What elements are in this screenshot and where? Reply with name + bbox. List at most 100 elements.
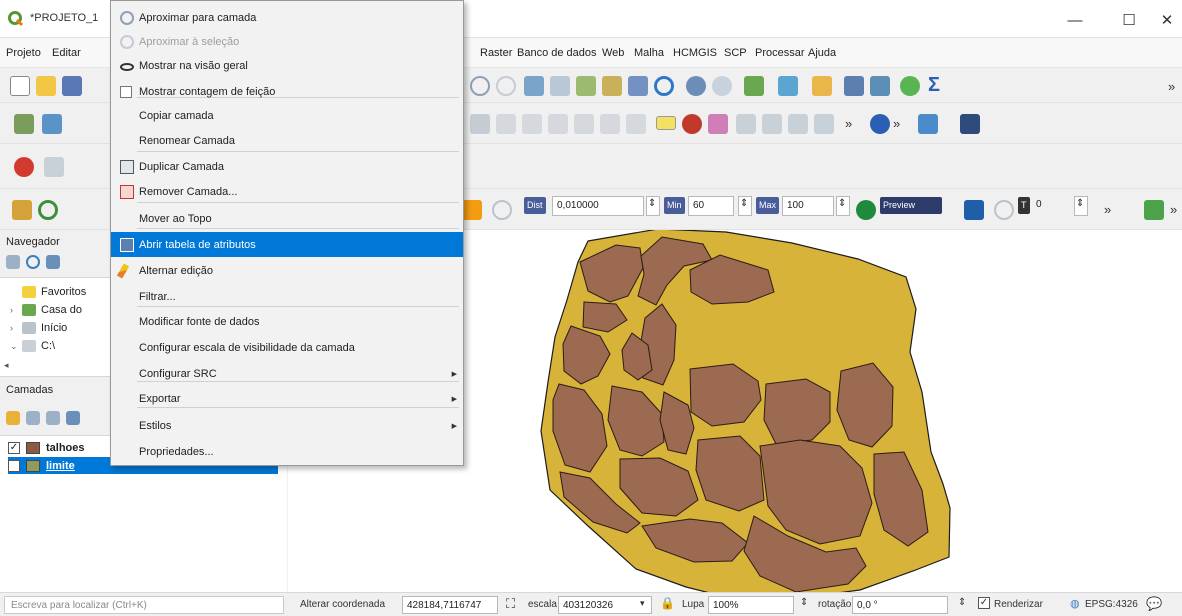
menu-item-configurar-src[interactable]: Configurar SRC ▶ (111, 361, 463, 386)
band-set-icon[interactable] (1144, 200, 1164, 220)
toolbar-overflow-icon[interactable]: » (1168, 79, 1175, 94)
zoom-selection-icon[interactable] (550, 76, 570, 96)
locator-search-input[interactable]: Escreva para localizar (Ctrl+K) (4, 596, 284, 614)
menu-processar[interactable]: Processar (755, 47, 805, 59)
pin-label-icon[interactable] (682, 114, 702, 134)
menu-item-remover-camada[interactable]: Remover Camada... (111, 179, 463, 204)
redo-icon[interactable] (626, 114, 646, 134)
menu-item-mostrar-contagem-de-feicao[interactable]: Mostrar contagem de feição (111, 79, 463, 104)
dist-stepper-icon[interactable]: ⇕ (646, 196, 660, 216)
classification-icon[interactable] (964, 200, 984, 220)
show-label-icon[interactable] (708, 114, 728, 134)
max-stepper-icon[interactable]: ⇕ (836, 196, 850, 216)
add-group-icon[interactable] (26, 411, 40, 425)
min-stepper-icon[interactable]: ⇕ (738, 196, 752, 216)
redraw-icon[interactable] (856, 200, 876, 220)
python-icon[interactable] (918, 114, 938, 134)
t-value[interactable]: 0 (1032, 196, 1056, 216)
scp-zoom-icon[interactable] (38, 200, 58, 220)
lock-scale-icon[interactable]: 🔒 (660, 596, 675, 610)
new-map-view-icon[interactable] (628, 76, 648, 96)
open-project-icon[interactable] (36, 76, 56, 96)
select-icon[interactable] (712, 76, 732, 96)
menu-item-copiar-camada[interactable]: Copiar camada (111, 103, 463, 128)
plugin-icon[interactable] (900, 76, 920, 96)
toolbar-overflow-icon[interactable]: » (1104, 202, 1111, 217)
dist-input[interactable]: 0,010000 (552, 196, 644, 216)
refresh-icon[interactable] (26, 255, 40, 269)
zoom-layer-icon[interactable] (576, 76, 596, 96)
min-input[interactable]: 60 (688, 196, 734, 216)
toolbar-overflow-icon[interactable]: » (893, 116, 900, 131)
menu-item-mostrar-na-visao-geral[interactable]: Mostrar na visão geral (111, 53, 463, 78)
rotation-field[interactable]: 0,0 ° (852, 596, 948, 614)
menu-item-modificar-fonte-de-dados[interactable]: Modificar fonte de dados (111, 309, 463, 334)
filter-icon[interactable] (46, 255, 60, 269)
expand-arrow-icon[interactable]: › (10, 323, 22, 333)
menu-ajuda[interactable]: Ajuda (808, 47, 836, 59)
identify-icon[interactable] (686, 76, 706, 96)
layer-visibility-checkbox[interactable]: ✓ (8, 441, 20, 454)
menu-item-aproximar-para-camada[interactable]: Aproximar para camada (111, 5, 463, 30)
undo-icon[interactable] (600, 114, 620, 134)
collapse-arrow-icon[interactable]: ⌄ (10, 341, 22, 352)
menu-raster[interactable]: Raster (480, 47, 512, 59)
scp-input-icon[interactable] (12, 200, 32, 220)
menu-item-alternar-edicao[interactable]: Alternar edição (111, 258, 463, 283)
toggle-extents-icon[interactable]: ⛶ (506, 596, 515, 612)
copy-features-icon[interactable] (548, 114, 568, 134)
coordinate-field[interactable]: 428184,7116747 (402, 596, 498, 614)
toggle-editing-icon[interactable] (470, 114, 490, 134)
open-attribute-table-icon[interactable] (812, 76, 832, 96)
menu-scp[interactable]: SCP (724, 47, 747, 59)
zoom-full-icon[interactable] (524, 76, 544, 96)
menu-item-estilos[interactable]: Estilos ▶ (111, 413, 463, 438)
roi-pointer-icon[interactable] (492, 200, 512, 220)
menu-hcmgis[interactable]: HCMGIS (673, 47, 717, 59)
add-roi-icon[interactable] (462, 200, 482, 220)
toolbar-overflow-icon[interactable]: » (1170, 202, 1177, 217)
data-source-manager-icon[interactable] (14, 114, 34, 134)
scale-dropdown-icon[interactable]: ▾ (640, 598, 645, 609)
magnifier-stepper-icon[interactable]: ⇕ (800, 597, 808, 608)
new-project-icon[interactable] (10, 76, 30, 96)
statistics-icon[interactable] (870, 76, 890, 96)
label-options-icon[interactable] (814, 114, 834, 134)
delete-icon[interactable] (496, 114, 516, 134)
rotation-stepper-icon[interactable]: ⇕ (958, 597, 966, 608)
preview-button[interactable]: Preview (880, 197, 942, 214)
magnet-icon[interactable] (14, 157, 34, 177)
expand-arrow-icon[interactable]: › (10, 305, 22, 315)
menu-item-exportar[interactable]: Exportar ▶ (111, 386, 463, 411)
select-features-icon[interactable] (744, 76, 764, 96)
manage-themes-icon[interactable] (46, 411, 60, 425)
save-edits-icon[interactable] (960, 114, 980, 134)
crs-button[interactable]: EPSG:4326 (1085, 599, 1138, 610)
close-button[interactable]: ✕ (1144, 6, 1182, 34)
add-selected-icon[interactable] (6, 255, 20, 269)
minimize-button[interactable]: — (1052, 6, 1098, 34)
add-vector-icon[interactable] (42, 114, 62, 134)
scroll-left-icon[interactable]: ◂ (4, 360, 9, 371)
menu-malha[interactable]: Malha (634, 47, 664, 59)
tree-item-c-drive[interactable]: ⌄ C:\ (10, 338, 55, 354)
zoom-out-icon[interactable] (496, 76, 516, 96)
label-icon[interactable] (656, 116, 676, 130)
menu-banco-de-dados[interactable]: Banco de dados (517, 47, 597, 59)
tree-item-inicio[interactable]: › Início (10, 320, 67, 336)
menu-projeto[interactable]: Projeto (6, 47, 41, 59)
menu-item-duplicar-camada[interactable]: Duplicar Camada (111, 154, 463, 179)
tree-item-casa[interactable]: › Casa do (10, 302, 82, 318)
menu-item-filtrar[interactable]: Filtrar... (111, 284, 463, 309)
menu-editar[interactable]: Editar (52, 47, 81, 59)
change-label-icon[interactable] (788, 114, 808, 134)
menu-item-configurar-escala-de-visibilidade-da-camada[interactable]: Configurar escala de visibilidade da cam… (111, 335, 463, 360)
messages-icon[interactable]: 💬 (1146, 596, 1162, 612)
move-label-icon[interactable] (736, 114, 756, 134)
tree-item-favoritos[interactable]: Favoritos (10, 284, 86, 300)
t-stepper-icon[interactable]: ⇕ (1074, 196, 1088, 216)
magnifier-field[interactable]: 100% (708, 596, 794, 614)
save-project-icon[interactable] (62, 76, 82, 96)
field-calculator-icon[interactable] (844, 76, 864, 96)
menu-item-abrir-tabela-de-atributos[interactable]: Abrir tabela de atributos (111, 232, 463, 257)
